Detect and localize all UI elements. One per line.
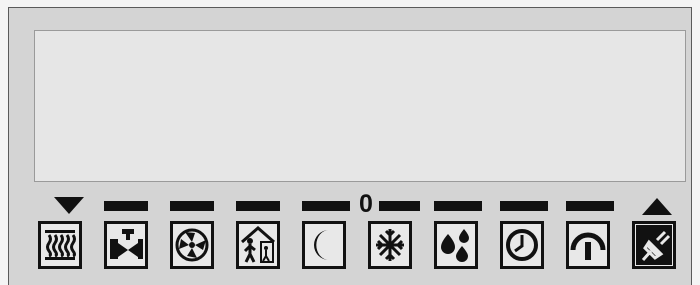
indicator-segment	[170, 201, 214, 211]
indicator-segment	[104, 201, 148, 211]
indicator-segment	[236, 201, 280, 211]
indicator-segment	[566, 201, 614, 211]
indicator-segment	[434, 201, 482, 211]
indicator-segment	[500, 201, 548, 211]
fan-icon	[170, 221, 214, 269]
occupancy-icon	[236, 221, 280, 269]
indicator-segment	[302, 201, 350, 211]
valve-icon	[104, 221, 148, 269]
arrow-up-icon	[642, 198, 672, 215]
plug-icon	[632, 221, 676, 269]
gauge-icon	[566, 221, 610, 269]
lcd-screen	[34, 30, 686, 182]
humidity-icon	[434, 221, 478, 269]
thermostat-display-panel: 0	[8, 7, 692, 285]
snowflake-icon	[368, 221, 412, 269]
clock-icon	[500, 221, 544, 269]
arrow-down-icon	[54, 197, 84, 214]
night-mode-icon	[302, 221, 346, 269]
heating-coil-icon	[38, 221, 82, 269]
indicator-segment	[379, 201, 420, 211]
center-value-readout: 0	[359, 190, 373, 218]
